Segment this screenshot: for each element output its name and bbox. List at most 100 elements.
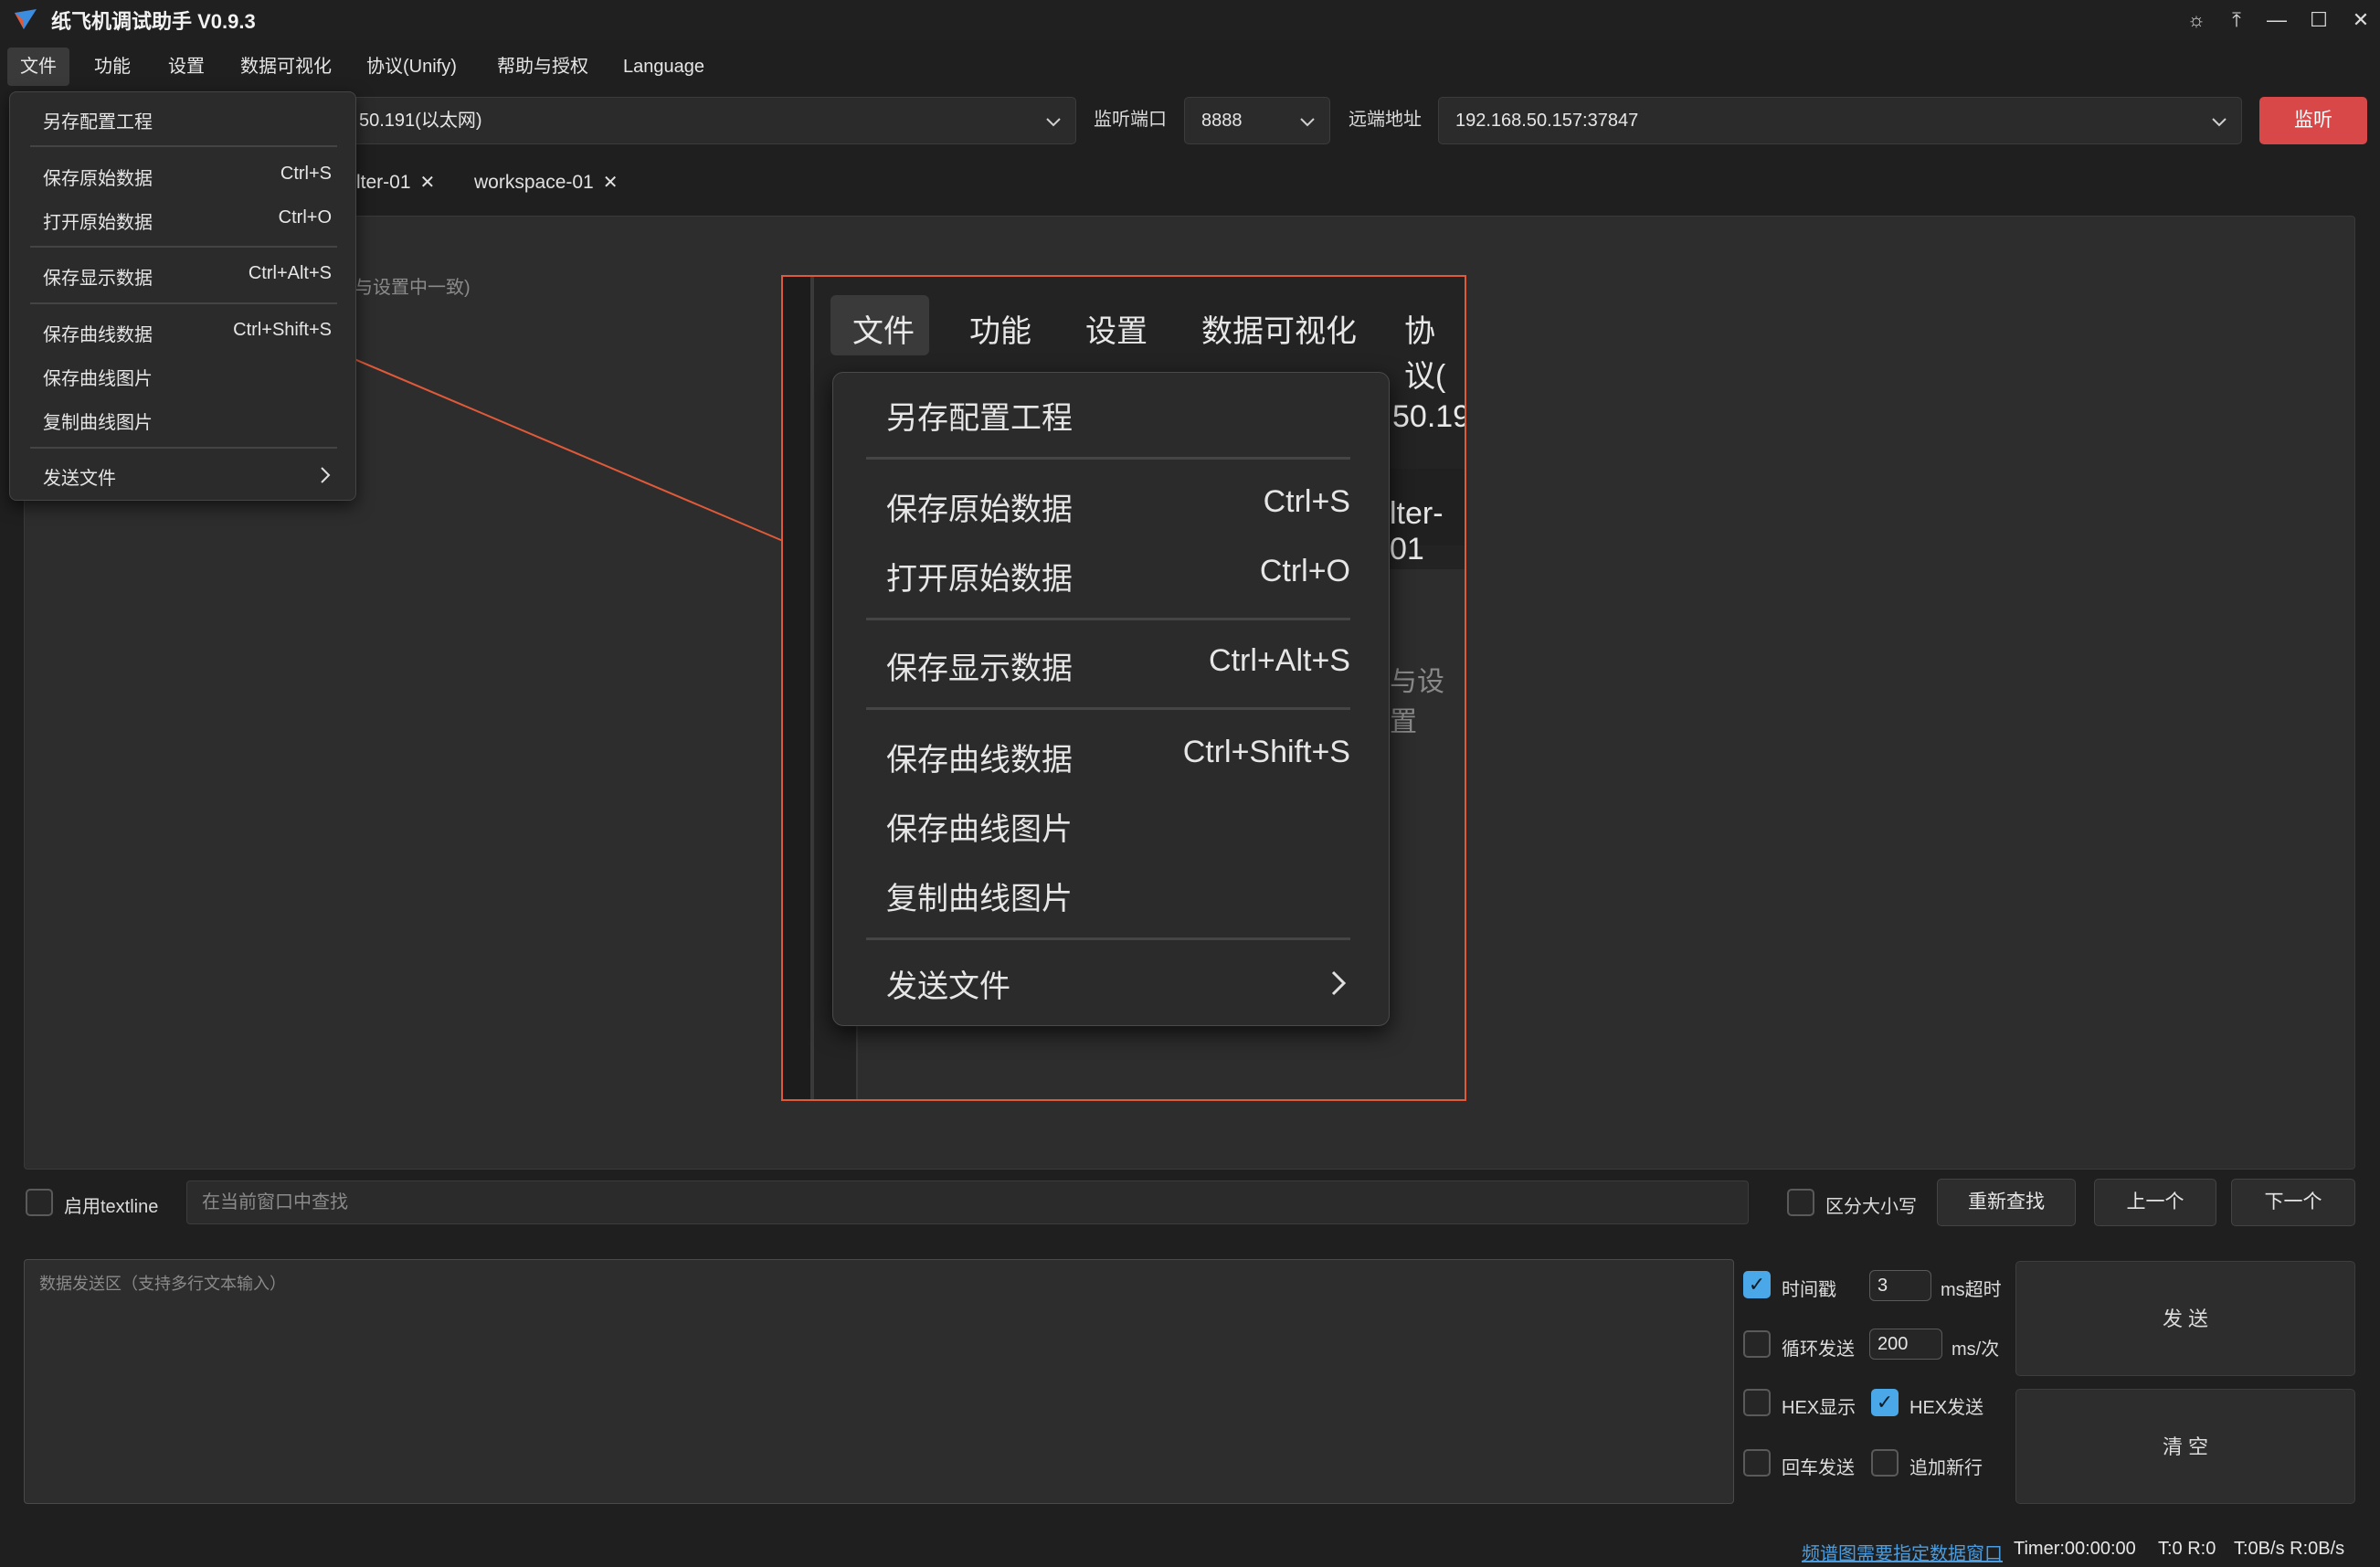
zoom-item-open-raw: 打开原始数据 bbox=[886, 562, 1073, 597]
spectrum-hint-link[interactable]: 频谱图需要指定数据窗口 bbox=[1802, 1539, 2003, 1565]
port-label: 监听端口 bbox=[1094, 110, 1167, 130]
loop-interval-unit: ms/次 bbox=[1952, 1339, 2000, 1360]
zoom-bg-address: 50.19 bbox=[1392, 399, 1466, 434]
zoom-menu-protocol: 协议( bbox=[1404, 314, 1446, 394]
menu-language[interactable]: Language bbox=[610, 48, 717, 86]
send-textarea[interactable]: 数据发送区（支持多行文本输入） bbox=[24, 1259, 1734, 1504]
chevron-down-icon bbox=[2212, 118, 2227, 127]
menu-item-save-raw[interactable]: 保存原始数据 bbox=[43, 164, 153, 190]
zoom-menu-settings: 设置 bbox=[1085, 314, 1148, 349]
timestamp-checkbox[interactable]: ✓ bbox=[1743, 1271, 1771, 1298]
zoom-item-save-display: 保存显示数据 bbox=[886, 651, 1073, 686]
local-address-select[interactable]: 50.191(以太网) bbox=[342, 97, 1076, 144]
tab-filter[interactable]: lter-01 ✕ bbox=[356, 164, 435, 201]
zoom-item-save-curve-data: 保存曲线数据 bbox=[886, 743, 1073, 778]
zoom-item-send-file: 发送文件 bbox=[886, 969, 1010, 1004]
hex-display-label: HEX显示 bbox=[1782, 1398, 1856, 1418]
hex-send-label: HEX发送 bbox=[1909, 1398, 1984, 1418]
menu-item-copy-curve-image[interactable]: 复制曲线图片 bbox=[43, 408, 153, 434]
append-newline-label: 追加新行 bbox=[1909, 1458, 1983, 1478]
tab-label: workspace-01 bbox=[474, 172, 594, 193]
menu-help[interactable]: 帮助与授权 bbox=[484, 48, 601, 86]
chevron-right-icon bbox=[321, 467, 331, 483]
zoom-shortcut: Ctrl+S bbox=[1263, 484, 1350, 519]
case-sensitive-checkbox[interactable] bbox=[1787, 1189, 1814, 1216]
shortcut-label: Ctrl+S bbox=[280, 164, 332, 184]
pin-top-icon[interactable]: ⤒ bbox=[2220, 4, 2253, 37]
zoom-bg-tab: lter-01 bbox=[1390, 496, 1444, 566]
port-value: 8888 bbox=[1201, 111, 1243, 131]
close-tab-icon[interactable]: ✕ bbox=[603, 173, 619, 193]
zoom-shortcut: Ctrl+Shift+S bbox=[1182, 735, 1350, 769]
status-timer: Timer:00:00:00 bbox=[2014, 1539, 2136, 1559]
menu-visualization[interactable]: 数据可视化 bbox=[227, 48, 344, 86]
menu-item-save-curve-data[interactable]: 保存曲线数据 bbox=[43, 320, 153, 346]
timeout-unit: ms超时 bbox=[1941, 1280, 2002, 1300]
maximize-icon[interactable]: ☐ bbox=[2302, 4, 2335, 37]
research-button[interactable]: 重新查找 bbox=[1937, 1179, 2076, 1226]
textline-label: 启用textline bbox=[64, 1197, 159, 1217]
menu-item-save-display[interactable]: 保存显示数据 bbox=[43, 263, 153, 290]
close-tab-icon[interactable]: ✕ bbox=[420, 173, 436, 193]
zoom-shortcut: Ctrl+O bbox=[1259, 554, 1350, 588]
divider bbox=[30, 302, 337, 304]
divider bbox=[30, 447, 337, 449]
textline-checkbox[interactable] bbox=[26, 1189, 53, 1216]
zoom-callout: 文件 功能 设置 数据可视化 协议( 50.19 lter-01 与设置 另存配… bbox=[781, 275, 1466, 1101]
title-bar bbox=[0, 0, 2380, 40]
chevron-down-icon bbox=[1046, 118, 1061, 127]
zoom-menu-function: 功能 bbox=[969, 314, 1031, 349]
clear-button[interactable]: 清 空 bbox=[2015, 1389, 2355, 1504]
search-input[interactable]: 在当前窗口中查找 bbox=[186, 1181, 1749, 1224]
zoom-menu-file: 文件 bbox=[852, 314, 915, 349]
divider bbox=[866, 707, 1350, 710]
send-placeholder: 数据发送区（支持多行文本输入） bbox=[39, 1275, 286, 1293]
next-button[interactable]: 下一个 bbox=[2231, 1179, 2355, 1226]
zoom-item-save-raw: 保存原始数据 bbox=[886, 492, 1073, 527]
zoom-menu-visualization: 数据可视化 bbox=[1201, 314, 1357, 349]
divider bbox=[30, 145, 337, 147]
close-icon[interactable]: ✕ bbox=[2344, 4, 2377, 37]
previous-button[interactable]: 上一个 bbox=[2094, 1179, 2216, 1226]
status-counts: T:0 R:0 bbox=[2158, 1539, 2216, 1559]
theme-icon[interactable]: ☼ bbox=[2180, 4, 2213, 37]
menu-item-open-raw[interactable]: 打开原始数据 bbox=[43, 207, 153, 234]
loop-send-label: 循环发送 bbox=[1782, 1339, 1855, 1360]
remote-address-select[interactable]: 192.168.50.157:37847 bbox=[1438, 97, 2242, 144]
divider bbox=[866, 937, 1350, 940]
timeout-input[interactable]: 3 bbox=[1869, 1270, 1931, 1301]
menu-function[interactable]: 功能 bbox=[81, 48, 143, 86]
send-button[interactable]: 发 送 bbox=[2015, 1261, 2355, 1376]
menu-item-send-file[interactable]: 发送文件 bbox=[43, 463, 116, 490]
menu-protocol[interactable]: 协议(Unify) bbox=[354, 48, 470, 86]
loop-interval-input[interactable]: 200 bbox=[1869, 1329, 1942, 1360]
tab-workspace[interactable]: workspace-01 ✕ bbox=[474, 164, 619, 201]
local-address-value: 50.191(以太网) bbox=[359, 111, 482, 131]
timestamp-label: 时间戳 bbox=[1782, 1280, 1836, 1300]
divider bbox=[866, 618, 1350, 620]
append-newline-checkbox[interactable] bbox=[1871, 1449, 1899, 1477]
zoom-item-save-curve-image: 保存曲线图片 bbox=[886, 812, 1073, 847]
receive-hint: 与设置中一致) bbox=[354, 278, 471, 298]
port-select[interactable]: 8888 bbox=[1184, 97, 1330, 144]
enter-send-checkbox[interactable] bbox=[1743, 1449, 1771, 1477]
zoom-item-save-project: 另存配置工程 bbox=[886, 401, 1073, 436]
app-title: 纸飞机调试助手 V0.9.3 bbox=[51, 10, 256, 33]
listen-button[interactable]: 监听 bbox=[2259, 97, 2367, 144]
enter-send-label: 回车发送 bbox=[1782, 1458, 1855, 1478]
zoom-bg-hint: 与设置 bbox=[1390, 667, 1444, 737]
menu-item-save-project[interactable]: 另存配置工程 bbox=[43, 107, 153, 133]
shortcut-label: Ctrl+Alt+S bbox=[248, 263, 332, 283]
file-menu: 另存配置工程 保存原始数据 Ctrl+S 打开原始数据 Ctrl+O 保存显示数… bbox=[9, 91, 356, 501]
menu-item-save-curve-image[interactable]: 保存曲线图片 bbox=[43, 364, 153, 390]
tab-label: lter-01 bbox=[356, 172, 411, 193]
menu-settings[interactable]: 设置 bbox=[155, 48, 217, 86]
shortcut-label: Ctrl+Shift+S bbox=[233, 320, 332, 340]
hex-display-checkbox[interactable] bbox=[1743, 1389, 1771, 1416]
zoom-file-menu: 另存配置工程 保存原始数据 Ctrl+S 打开原始数据 Ctrl+O 保存显示数… bbox=[832, 372, 1390, 1026]
hex-send-checkbox[interactable]: ✓ bbox=[1871, 1389, 1899, 1416]
loop-send-checkbox[interactable] bbox=[1743, 1330, 1771, 1358]
minimize-icon[interactable]: — bbox=[2260, 4, 2293, 37]
zoom-shortcut: Ctrl+Alt+S bbox=[1209, 643, 1350, 678]
menu-file[interactable]: 文件 bbox=[7, 48, 69, 86]
